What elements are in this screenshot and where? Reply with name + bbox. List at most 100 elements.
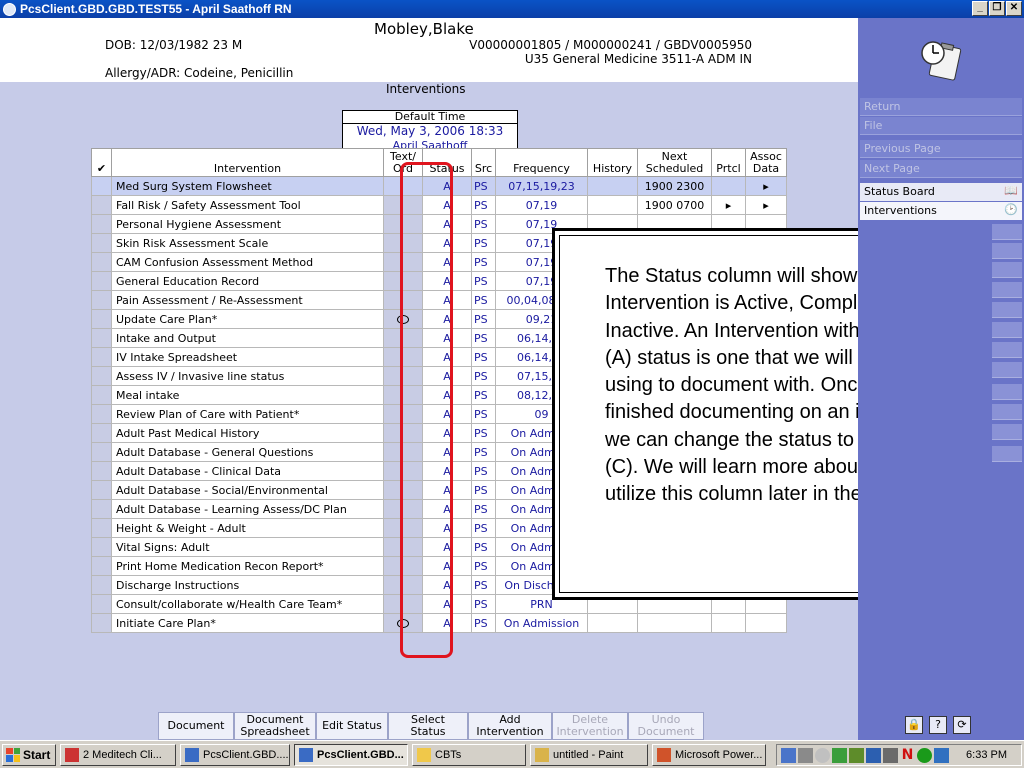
row-check-cell[interactable]	[91, 271, 112, 291]
src-cell[interactable]: PS	[471, 537, 496, 557]
src-cell[interactable]: PS	[471, 556, 496, 576]
intervention-name[interactable]: Intake and Output	[111, 328, 384, 348]
text-ord-cell[interactable]	[383, 252, 423, 272]
table-row[interactable]: Med Surg System Flowsheet A PS 07,15,19,23 1…	[91, 176, 787, 196]
src-cell[interactable]: PS	[471, 423, 496, 443]
history-cell[interactable]	[587, 195, 638, 215]
nav-item-previous-page[interactable]: Previous Page	[860, 140, 1022, 158]
printer-icon[interactable]	[866, 747, 881, 763]
text-ord-cell[interactable]	[383, 271, 423, 291]
src-cell[interactable]: PS	[471, 366, 496, 386]
src-cell[interactable]: PS	[471, 252, 496, 272]
row-check-cell[interactable]	[91, 594, 112, 614]
delete-intervention-button[interactable]: Delete Intervention	[552, 712, 628, 740]
row-check-cell[interactable]	[91, 252, 112, 272]
row-check-cell[interactable]	[91, 423, 112, 443]
next-scheduled-cell[interactable]	[637, 613, 712, 633]
status-cell[interactable]: A	[422, 575, 472, 595]
src-cell[interactable]: PS	[471, 575, 496, 595]
minimize-button[interactable]: _	[972, 1, 988, 16]
text-ord-cell[interactable]	[383, 480, 423, 500]
text-ord-cell[interactable]	[383, 347, 423, 367]
status-cell[interactable]: A	[422, 499, 472, 519]
assoc-data-cell[interactable]	[745, 613, 787, 633]
taskbar-clock[interactable]: 6:33 PM	[966, 749, 1007, 761]
row-check-cell[interactable]	[91, 347, 112, 367]
intervention-name[interactable]: Consult/collaborate w/Health Care Team*	[111, 594, 384, 614]
text-ord-cell[interactable]	[383, 442, 423, 462]
status-cell[interactable]: A	[422, 594, 472, 614]
intervention-name[interactable]: Print Home Medication Recon Report*	[111, 556, 384, 576]
text-ord-cell[interactable]	[383, 195, 423, 215]
prtcl-cell[interactable]	[711, 613, 746, 633]
refresh-icon[interactable]: ⟳	[953, 716, 971, 734]
row-check-cell[interactable]	[91, 366, 112, 386]
taskbar-item[interactable]: PcsClient.GBD....	[180, 743, 290, 766]
text-ord-cell[interactable]	[383, 176, 423, 196]
row-check-cell[interactable]	[91, 480, 112, 500]
row-check-cell[interactable]	[91, 442, 112, 462]
text-ord-cell[interactable]	[383, 309, 423, 329]
text-ord-cell[interactable]	[383, 518, 423, 538]
src-cell[interactable]: PS	[471, 328, 496, 348]
shield-icon[interactable]	[849, 747, 864, 763]
intervention-name[interactable]: Adult Database - Learning Assess/DC Plan	[111, 499, 384, 519]
status-cell[interactable]: A	[422, 537, 472, 557]
text-ord-cell[interactable]	[383, 214, 423, 234]
intervention-name[interactable]: Update Care Plan*	[111, 309, 384, 329]
intervention-name[interactable]: Pain Assessment / Re-Assessment	[111, 290, 384, 310]
row-check-cell[interactable]	[91, 404, 112, 424]
text-ord-cell[interactable]	[383, 404, 423, 424]
text-ord-cell[interactable]	[383, 461, 423, 481]
prtcl-cell[interactable]	[711, 176, 746, 196]
document-spreadsheet-button[interactable]: Document Spreadsheet	[234, 712, 316, 740]
src-cell[interactable]: PS	[471, 442, 496, 462]
header-text-ord[interactable]: Text/ Ord	[383, 148, 423, 177]
status-cell[interactable]: A	[422, 271, 472, 291]
taskbar-item[interactable]: untitled - Paint	[530, 743, 648, 766]
text-ord-cell[interactable]	[383, 575, 423, 595]
src-cell[interactable]: PS	[471, 214, 496, 234]
src-cell[interactable]: PS	[471, 347, 496, 367]
taskbar-item[interactable]: PcsClient.GBD...	[294, 743, 408, 766]
intervention-name[interactable]: Med Surg System Flowsheet	[111, 176, 384, 196]
src-cell[interactable]: PS	[471, 385, 496, 405]
row-check-cell[interactable]	[91, 195, 112, 215]
row-check-cell[interactable]	[91, 499, 112, 519]
speech-bubble-icon[interactable]	[397, 618, 409, 628]
intervention-name[interactable]: Personal Hygiene Assessment	[111, 214, 384, 234]
intervention-name[interactable]: General Education Record	[111, 271, 384, 291]
status-cell[interactable]: A	[422, 480, 472, 500]
nav-slot[interactable]	[992, 282, 1022, 298]
header-check[interactable]: ✔	[91, 148, 112, 177]
src-cell[interactable]: PS	[471, 290, 496, 310]
src-cell[interactable]: PS	[471, 461, 496, 481]
src-cell[interactable]: PS	[471, 176, 496, 196]
row-check-cell[interactable]	[91, 176, 112, 196]
header-intervention[interactable]: Intervention	[111, 148, 384, 177]
intervention-name[interactable]: Discharge Instructions	[111, 575, 384, 595]
src-cell[interactable]: PS	[471, 518, 496, 538]
add-intervention-button[interactable]: Add Intervention	[468, 712, 552, 740]
intervention-name[interactable]: Adult Database - General Questions	[111, 442, 384, 462]
status-cell[interactable]: A	[422, 233, 472, 253]
row-check-cell[interactable]	[91, 385, 112, 405]
src-cell[interactable]: PS	[471, 271, 496, 291]
intervention-name[interactable]: CAM Confusion Assessment Method	[111, 252, 384, 272]
row-check-cell[interactable]	[91, 518, 112, 538]
frequency-cell[interactable]: 07,15,19,23	[495, 176, 588, 196]
text-ord-cell[interactable]	[383, 290, 423, 310]
restore-button[interactable]: ❐	[989, 1, 1005, 16]
text-ord-cell[interactable]	[383, 366, 423, 386]
table-row[interactable]: Initiate Care Plan* A PS On Admission	[91, 613, 787, 633]
text-ord-cell[interactable]	[383, 499, 423, 519]
row-check-cell[interactable]	[91, 233, 112, 253]
nav-slot[interactable]	[992, 262, 1022, 278]
intervention-name[interactable]: Meal intake	[111, 385, 384, 405]
nav-item-status-board[interactable]: Status Board 📖	[860, 183, 1022, 201]
frequency-cell[interactable]: 07,19	[495, 195, 588, 215]
network-icon[interactable]	[781, 747, 796, 763]
header-status[interactable]: Status	[422, 148, 472, 177]
nav-slot[interactable]	[992, 404, 1022, 420]
undo-document-button[interactable]: Undo Document	[628, 712, 704, 740]
